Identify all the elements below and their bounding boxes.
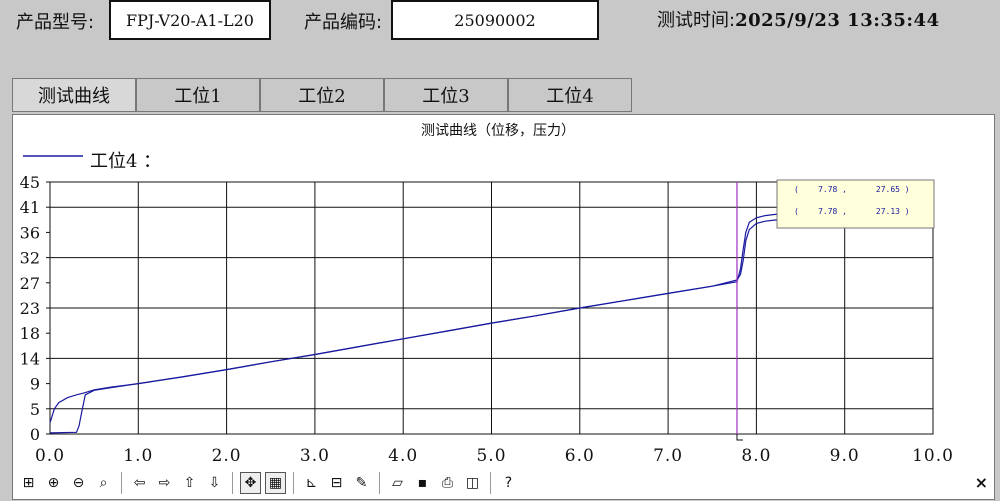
toolbar-separator bbox=[490, 472, 491, 494]
tab-test-curve[interactable]: 测试曲线 bbox=[12, 78, 136, 112]
pan-left-icon[interactable]: ⇦ bbox=[129, 472, 150, 494]
y-tick-label: 9 bbox=[30, 375, 40, 394]
toolbar-separator bbox=[121, 472, 122, 494]
x-tick-label: 0.0 bbox=[35, 446, 65, 466]
toolbar-separator bbox=[379, 472, 380, 494]
x-tick-label: 8.0 bbox=[741, 446, 771, 466]
y-tick-label: 23 bbox=[20, 299, 40, 318]
x-tick-label: 1.0 bbox=[123, 446, 153, 466]
x-tick-label: 9.0 bbox=[830, 446, 860, 466]
tooltip-row-1: ( 7.78 , 27.65 ) bbox=[794, 185, 910, 194]
y-tick-label: 5 bbox=[30, 400, 40, 419]
zoom-box-icon[interactable]: ⊞ bbox=[18, 472, 39, 494]
y-tick-label: 41 bbox=[20, 198, 40, 217]
tab-bar: 测试曲线 工位1 工位2 工位3 工位4 bbox=[12, 78, 632, 114]
help-icon[interactable]: ? bbox=[498, 472, 519, 494]
y-tick-label: 45 bbox=[20, 173, 40, 192]
y-tick-label: 14 bbox=[20, 349, 40, 368]
product-model-label: 产品型号: bbox=[16, 12, 95, 33]
test-time-label: 测试时间: bbox=[657, 10, 736, 31]
product-model-field[interactable]: FPJ-V20-A1-L20 bbox=[109, 0, 271, 40]
x-tick-label: 4.0 bbox=[388, 446, 418, 466]
x-tick-label: 2.0 bbox=[212, 446, 242, 466]
product-code-label: 产品编码: bbox=[304, 12, 383, 33]
toolbar-separator bbox=[293, 472, 294, 494]
x-tick-label: 6.0 bbox=[565, 446, 595, 466]
x-tick-label: 7.0 bbox=[653, 446, 683, 466]
x-axis-ticks: 0.0 1.0 2.0 3.0 4.0 5.0 6.0 7.0 8.0 9.0 10.0 bbox=[35, 446, 954, 466]
y-tick-label: 36 bbox=[20, 223, 40, 242]
x-tick-label: 10.0 bbox=[912, 446, 954, 466]
tab-station-2[interactable]: 工位2 bbox=[260, 78, 384, 112]
save-icon[interactable]: ▪ bbox=[412, 472, 433, 494]
zoom-in-icon[interactable]: ⊕ bbox=[43, 472, 64, 494]
print-icon[interactable]: ⎙ bbox=[437, 472, 458, 494]
close-icon[interactable]: × bbox=[975, 473, 988, 492]
grid-toggle-icon[interactable]: ▦ bbox=[265, 472, 286, 494]
zoom-reset-icon[interactable]: ⌕ bbox=[93, 472, 114, 494]
chart-panel: 测试曲线（位移，压力） 工位4 ： 0 5 9 14 18 23 27 32 36 41 45 0.… bbox=[12, 114, 995, 500]
test-time: 测试时间:2025/9/23 13:35:44 bbox=[657, 6, 940, 32]
chart-title: 测试曲线（位移，压力） bbox=[421, 123, 575, 139]
toolbar-separator bbox=[232, 472, 233, 494]
cursor-tooltip: ( 7.78 , 27.65 ) ( 7.78 , 27.13 ) bbox=[776, 179, 935, 229]
test-time-value: 2025/9/23 13:35:44 bbox=[735, 10, 940, 31]
test-curve-chart[interactable]: 测试曲线（位移，压力） 工位4 ： 0 5 9 14 18 23 27 32 36 41 45 0.… bbox=[13, 115, 996, 501]
x-tick-label: 3.0 bbox=[300, 446, 330, 466]
print-preview-icon[interactable]: ◫ bbox=[462, 472, 483, 494]
tab-station-4[interactable]: 工位4 bbox=[508, 78, 632, 112]
cursor-mode-icon[interactable]: ✥ bbox=[240, 472, 261, 494]
y-tick-label: 32 bbox=[20, 249, 40, 268]
tab-station-1[interactable]: 工位1 bbox=[136, 78, 260, 112]
tab-station-3[interactable]: 工位3 bbox=[384, 78, 508, 112]
properties-icon[interactable]: ✎ bbox=[351, 472, 372, 494]
data-view-icon[interactable]: ⊟ bbox=[326, 472, 347, 494]
product-code-field[interactable]: 25090002 bbox=[391, 0, 599, 40]
pan-right-icon[interactable]: ⇨ bbox=[154, 472, 175, 494]
y-axis-ticks: 0 5 9 14 18 23 27 32 36 41 45 bbox=[20, 173, 50, 444]
pan-up-icon[interactable]: ⇧ bbox=[179, 472, 200, 494]
open-icon[interactable]: ▱ bbox=[387, 472, 408, 494]
y-tick-label: 0 bbox=[30, 425, 40, 444]
axis-settings-icon[interactable]: ⊾ bbox=[301, 472, 322, 494]
cursor-foot bbox=[736, 434, 743, 441]
legend-label: 工位4 ： bbox=[90, 151, 161, 172]
pan-down-icon[interactable]: ⇩ bbox=[204, 472, 225, 494]
tooltip-row-2: ( 7.78 , 27.13 ) bbox=[794, 207, 910, 216]
chart-toolbar: ⊞ ⊕ ⊖ ⌕ ⇦ ⇨ ⇧ ⇩ ✥ ▦ ⊾ ⊟ ✎ ▱ ▪ ⎙ ◫ ? bbox=[18, 470, 519, 496]
cursor-marker bbox=[736, 434, 743, 441]
y-tick-label: 27 bbox=[20, 274, 40, 293]
zoom-out-icon[interactable]: ⊖ bbox=[68, 472, 89, 494]
y-tick-label: 18 bbox=[20, 324, 40, 343]
x-tick-label: 5.0 bbox=[476, 446, 506, 466]
